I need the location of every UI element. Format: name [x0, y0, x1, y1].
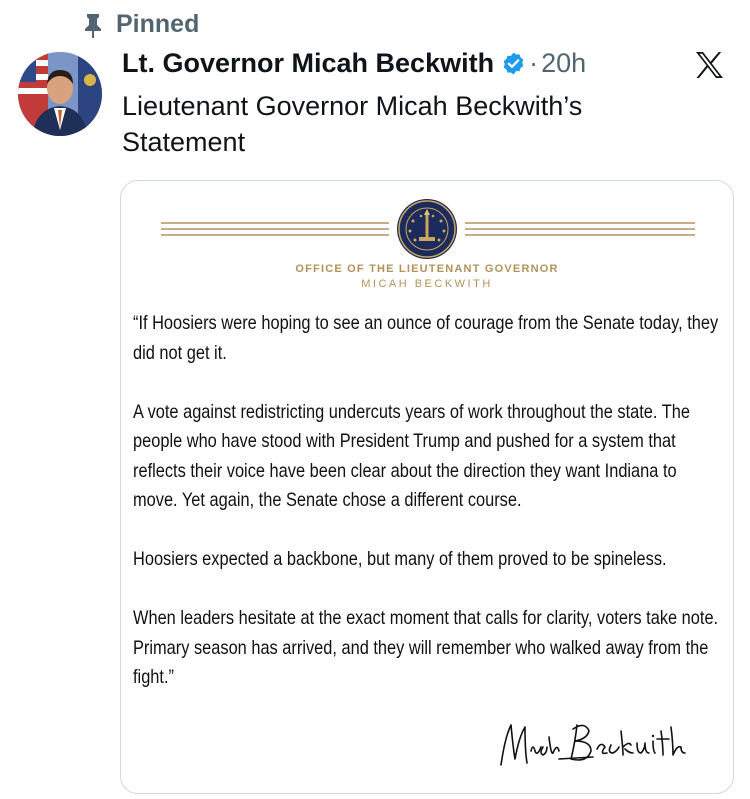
- separator-dot: ·: [529, 48, 539, 78]
- office-name: MICAH BECKWITH: [361, 278, 493, 290]
- signature: [500, 724, 686, 766]
- statement-paragraph: “If Hoosiers were hoping to see an ounce…: [133, 312, 719, 364]
- statement-image[interactable]: OFFICE OF THE LIEUTENANT GOVERNOR MICAH …: [120, 180, 734, 794]
- statement-paragraph: Hoosiers expected a backbone, but many o…: [133, 548, 667, 570]
- tweet-header: Lt. Governor Micah Beckwith · 20h: [122, 48, 724, 79]
- letterhead-graphic: [161, 199, 695, 259]
- office-title: OFFICE OF THE LIEUTENANT GOVERNOR: [295, 263, 559, 275]
- timestamp[interactable]: 20h: [541, 48, 586, 79]
- statement-paragraph: A vote against redistricting undercuts y…: [133, 400, 690, 512]
- statement-paragraph: When leaders hesitate at the exact momen…: [133, 607, 719, 688]
- avatar-photo: [18, 52, 102, 136]
- pinned-label: Pinned: [116, 10, 200, 38]
- pinned-indicator: Pinned: [82, 10, 199, 39]
- seal-icon: [397, 199, 457, 259]
- author-name[interactable]: Lt. Governor Micah Beckwith: [122, 48, 494, 79]
- pin-icon: [85, 13, 101, 38]
- tweet-text: Lieutenant Governor Micah Beckwith’s Sta…: [122, 91, 583, 157]
- verified-icon: [503, 52, 524, 75]
- avatar[interactable]: [18, 52, 102, 136]
- x-logo-icon[interactable]: [694, 50, 724, 80]
- statement-body: “If Hoosiers were hoping to see an ounce…: [133, 309, 721, 722]
